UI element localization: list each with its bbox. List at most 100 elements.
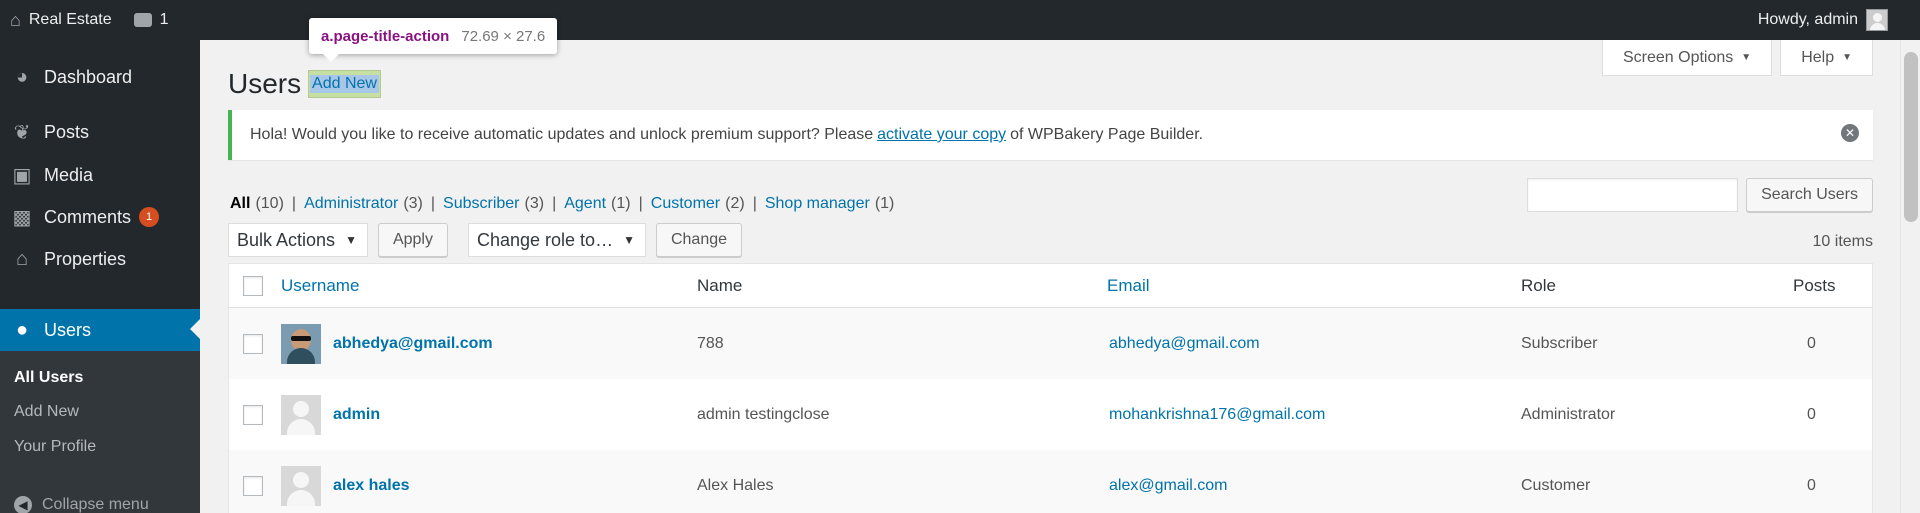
select-all-cell <box>243 264 263 307</box>
avatar <box>281 394 321 435</box>
sidebar-item-properties[interactable]: ⌂ Properties <box>0 239 200 279</box>
page-title: Users <box>228 68 302 99</box>
view-count: (3) <box>524 195 545 212</box>
comments-link[interactable]: 1 <box>133 11 169 29</box>
media-icon: ▣ <box>12 164 32 187</box>
username-link[interactable]: alex hales <box>333 477 410 495</box>
search-input[interactable] <box>1527 178 1739 212</box>
help-button[interactable]: Help ▼ <box>1780 40 1873 76</box>
dashboard-icon: ◕ <box>15 65 29 88</box>
home-icon: ⌂ <box>10 9 21 30</box>
username-link[interactable]: admin <box>333 406 380 424</box>
comment-icon <box>133 13 152 27</box>
submenu-add-new[interactable]: Add New <box>14 403 79 421</box>
collapse-menu-button[interactable]: ◀ Collapse menu <box>14 496 149 513</box>
email-link[interactable]: abhedya@gmail.com <box>1109 308 1260 379</box>
separator: | <box>430 195 436 212</box>
avatar <box>281 465 321 506</box>
select-all-checkbox[interactable] <box>243 275 263 296</box>
greeting: Howdy, admin <box>1757 11 1858 28</box>
items-count: 10 items <box>1812 233 1873 250</box>
activate-link[interactable]: activate your copy <box>877 126 1006 144</box>
row-checkbox[interactable] <box>243 404 263 425</box>
view-count: (1) <box>611 195 631 212</box>
column-username[interactable]: Username <box>281 264 359 307</box>
posts-cell: 0 <box>1807 334 1816 352</box>
view-all[interactable]: All (10) <box>230 195 284 213</box>
sidebar-item-label: Users <box>44 319 92 340</box>
select-value: Change role to… <box>476 229 614 250</box>
my-account-link[interactable]: Howdy, admin <box>1758 0 1888 40</box>
change-button[interactable]: Change <box>655 223 743 257</box>
submenu-your-profile[interactable]: Your Profile <box>14 438 96 456</box>
sidebar-item-media[interactable]: ▣ Media <box>0 155 200 195</box>
tooltip-dimensions: 72.69 × 27.6 <box>461 27 546 45</box>
submenu-all-users[interactable]: All Users <box>14 369 83 387</box>
role-filter-views: All (10) | Administrator (3) | Subscriber(… <box>230 195 894 213</box>
select-value: Bulk Actions <box>237 229 336 250</box>
collapse-icon: ◀ <box>14 496 32 513</box>
change-role-select[interactable]: Change role to… ▼ <box>467 223 646 257</box>
view-shop-manager[interactable]: Shop manager (1) <box>765 195 895 213</box>
tooltip-selector: a.page-title-action <box>321 27 450 45</box>
tablenav: Bulk Actions ▼ Apply Change role to… ▼ C… <box>228 223 743 257</box>
separator: | <box>552 195 557 212</box>
name-cell: Alex Hales <box>697 476 774 494</box>
row-checkbox[interactable] <box>243 333 263 354</box>
view-label: Subscriber <box>443 195 520 212</box>
view-customer[interactable]: Customer (2) <box>651 195 745 213</box>
bulk-actions-select[interactable]: Bulk Actions ▼ <box>228 223 368 257</box>
view-administrator[interactable]: Administrator (3) <box>304 195 423 213</box>
sidebar-item-label: Media <box>44 164 94 185</box>
sidebar-item-posts[interactable]: ❦ Posts <box>0 112 200 152</box>
view-label: All <box>230 195 251 212</box>
email-link[interactable]: alex@gmail.com <box>1109 450 1228 513</box>
posts-cell: 0 <box>1807 476 1816 494</box>
comment-icon: ▩ <box>12 206 32 229</box>
site-name-link[interactable]: ⌂ Real Estate <box>10 10 112 31</box>
view-label: Agent <box>564 195 607 212</box>
sidebar-item-label: Dashboard <box>44 66 133 87</box>
screen-options-button[interactable]: Screen Options ▼ <box>1602 40 1773 76</box>
screen-options-label: Screen Options <box>1623 48 1734 66</box>
column-role: Role <box>1521 275 1556 295</box>
scrollbar-thumb[interactable] <box>1904 52 1918 222</box>
admin-bar: ⌂ Real Estate 1 Howdy, admin <box>0 0 1920 40</box>
email-link[interactable]: mohankrishna176@gmail.com <box>1109 379 1325 450</box>
sidebar-item-label: Comments <box>44 206 132 227</box>
username-link[interactable]: abhedya@gmail.com <box>333 335 493 353</box>
chevron-down-icon: ▼ <box>623 233 635 247</box>
sidebar-item-dashboard[interactable]: ◕ Dashboard <box>0 57 200 97</box>
caret-down-icon: ▼ <box>1741 52 1752 63</box>
view-count: (10) <box>255 195 284 212</box>
users-submenu: All Users Add New Your Profile <box>0 351 200 513</box>
add-new-button[interactable]: Add New <box>308 70 381 98</box>
name-cell: 788 <box>697 334 724 352</box>
help-label: Help <box>1801 48 1835 66</box>
collapse-label: Collapse menu <box>42 496 149 513</box>
row-checkbox[interactable] <box>243 475 263 496</box>
view-label: Customer <box>650 195 721 212</box>
column-email[interactable]: Email <box>1107 264 1150 307</box>
table-header: Username Name Email Role Posts <box>229 264 1872 308</box>
apply-button[interactable]: Apply <box>377 223 448 257</box>
pin-icon: ❦ <box>13 121 31 144</box>
separator: | <box>291 195 297 212</box>
main-content: Screen Options ▼ Help ▼ a.page-title-act… <box>200 18 1900 513</box>
search-users-button[interactable]: Search Users <box>1746 178 1873 212</box>
dismiss-icon[interactable]: ✕ <box>1841 124 1859 142</box>
table-row: alex hales Alex Hales alex@gmail.com Cus… <box>229 450 1872 513</box>
role-cell: Customer <box>1521 476 1591 494</box>
notice-text: Hola! Would you like to receive automati… <box>250 126 874 143</box>
view-count: (3) <box>403 195 423 212</box>
view-subscriber[interactable]: Subscriber (3) <box>443 195 544 213</box>
user-icon: ● <box>15 318 29 341</box>
sidebar-item-label: Posts <box>44 121 90 142</box>
sidebar-item-users[interactable]: ● Users <box>0 309 200 351</box>
page-scrollbar[interactable] <box>1900 40 1920 513</box>
view-agent[interactable]: Agent (1) <box>564 195 630 213</box>
notice-text-after: of WPBakery Page Builder. <box>1010 126 1204 143</box>
avatar-small <box>1866 9 1888 31</box>
view-label: Administrator <box>304 195 399 212</box>
sidebar-item-comments[interactable]: ▩ Comments 1 <box>0 197 200 237</box>
